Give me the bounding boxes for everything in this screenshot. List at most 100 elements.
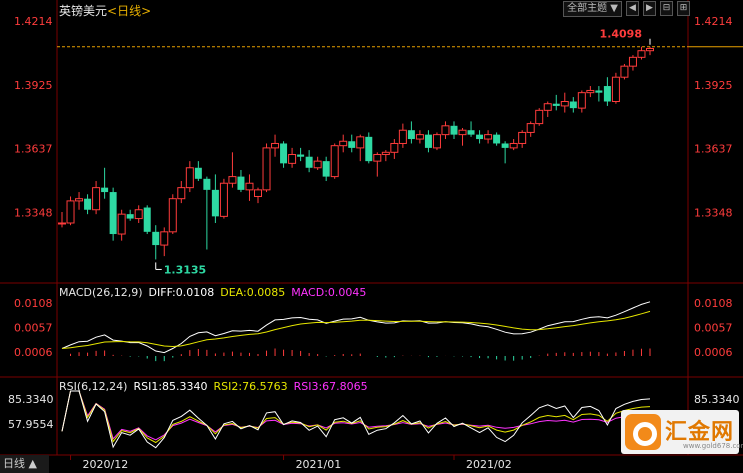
candle <box>117 209 126 241</box>
arrow-up-icon: ▲ <box>28 457 37 470</box>
candle-body <box>92 187 101 211</box>
candle-body <box>365 136 373 162</box>
candle <box>543 101 552 117</box>
candle-body <box>407 130 415 140</box>
period-switch[interactable]: 日线 ▲ <box>0 455 49 473</box>
candle-body <box>476 134 484 140</box>
candle <box>168 194 177 235</box>
candle <box>185 161 194 193</box>
candle-body <box>134 209 143 220</box>
candle-body <box>228 176 237 184</box>
candle-body <box>117 213 126 235</box>
candle-body <box>160 231 169 246</box>
candle-body <box>348 141 356 148</box>
candle-body <box>339 140 348 147</box>
price-tick-label-left: 1.3348 <box>14 206 53 219</box>
candle <box>535 108 544 126</box>
candle-body <box>620 65 629 78</box>
price-tick-label-left: 1.3925 <box>14 79 53 92</box>
candle-body <box>595 90 603 93</box>
macd-tick-label-left: 0.0006 <box>14 346 53 359</box>
candle <box>577 90 586 113</box>
candle-body <box>168 198 177 233</box>
candle-body <box>322 161 330 177</box>
next-button[interactable]: ▶ <box>643 1 656 16</box>
candle <box>628 55 637 71</box>
candle <box>373 152 382 177</box>
price-axis: 1.4214 1.4214 1.3925 1.3925 1.3637 1.3637 1.33… <box>14 15 733 219</box>
candle-body <box>254 189 262 197</box>
candle <box>203 176 211 250</box>
macd-diff-label: DIFF:0.0108 <box>148 286 215 299</box>
candle <box>611 72 620 104</box>
candle <box>101 167 109 199</box>
period-name[interactable]: <日线> <box>107 4 151 18</box>
candle-body <box>194 167 202 179</box>
candle <box>288 147 297 168</box>
candle-body <box>501 143 509 148</box>
candle <box>92 181 101 215</box>
candle-body <box>493 134 501 144</box>
rsi2-line <box>61 390 651 444</box>
candle <box>348 134 356 153</box>
candle-body <box>262 147 271 191</box>
candle-body <box>126 214 134 219</box>
candle <box>458 128 467 146</box>
candle <box>390 139 399 159</box>
zoom-in-button[interactable]: ⊞ <box>677 1 690 16</box>
candle <box>450 121 458 140</box>
price-tick-label-left: 1.4214 <box>14 15 53 28</box>
price-tick-label-right: 1.4214 <box>694 15 733 28</box>
prev-button[interactable]: ◀ <box>626 1 639 16</box>
macd-tick-label-left: 0.0057 <box>14 322 53 335</box>
price-tick-label-left: 1.3637 <box>14 143 53 156</box>
topic-select[interactable]: 全部主题 ▼ <box>563 1 622 17</box>
triangle-down-icon: ▼ <box>607 3 618 14</box>
candle-body <box>646 47 654 52</box>
rsi-header: RSI(6,12,24) RSI1:85.3340 RSI2:76.5763 RSI3… <box>59 380 374 393</box>
candle <box>254 187 262 204</box>
rsi-tick-label-left: 57.9554 <box>8 418 54 431</box>
candle-body <box>66 200 75 224</box>
candle <box>58 211 66 228</box>
candle-body <box>458 129 467 136</box>
zoom-out-button[interactable]: ⊟ <box>660 1 673 16</box>
candle-body <box>637 50 646 58</box>
macd-panel: 0.0108 0.0108 0.0057 0.0057 0.0006 0.0006 <box>14 297 733 362</box>
candle <box>441 121 450 140</box>
chart-toolbar: 全部主题 ▼ ◀ ▶ ⊟ ⊞ <box>563 1 690 17</box>
rsi1-label: RSI1:85.3340 <box>133 380 208 393</box>
macd-params: MACD(26,12,9) <box>59 286 143 299</box>
candle <box>219 178 228 219</box>
price-tick-label-right: 1.3925 <box>694 79 733 92</box>
candle <box>143 205 151 235</box>
candle <box>66 196 75 226</box>
candle <box>595 86 603 102</box>
macd-dea-line <box>61 310 651 349</box>
candle-body <box>424 134 432 148</box>
period-switch-label: 日线 <box>3 457 25 470</box>
candle-body <box>398 129 407 144</box>
candle-body <box>552 103 560 106</box>
candle-body <box>381 151 390 156</box>
candle <box>620 63 629 80</box>
candle <box>280 141 288 168</box>
candle-body <box>211 189 219 217</box>
price-tick-label-right: 1.3348 <box>694 206 733 219</box>
candle <box>160 227 169 257</box>
symbol-name: 英镑美元 <box>59 4 108 18</box>
candle-body <box>152 231 160 246</box>
candle-body <box>245 182 254 191</box>
candle-body <box>84 198 92 210</box>
date-axis: 2020/12 2021/01 2021/02 <box>70 455 512 471</box>
candle <box>211 174 219 223</box>
candle <box>245 174 254 201</box>
candle-body <box>313 160 322 169</box>
price-annotations: 1.4098 1.3135 <box>155 28 651 276</box>
candle <box>509 139 518 151</box>
candle <box>305 150 313 173</box>
candle-body <box>185 167 194 189</box>
candle <box>526 121 535 137</box>
candle <box>365 132 373 164</box>
site-logo: 汇金网 www.gold678.com <box>621 410 743 454</box>
